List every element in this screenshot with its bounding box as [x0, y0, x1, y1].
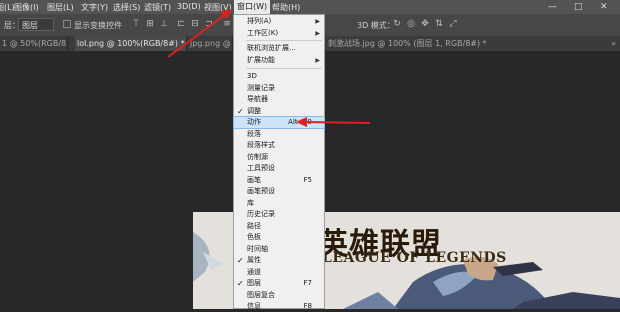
- annotation-arrow-actions-item: [296, 117, 371, 127]
- annotation-arrows: [167, 9, 371, 127]
- annotation-arrow-window-menu: [167, 9, 232, 58]
